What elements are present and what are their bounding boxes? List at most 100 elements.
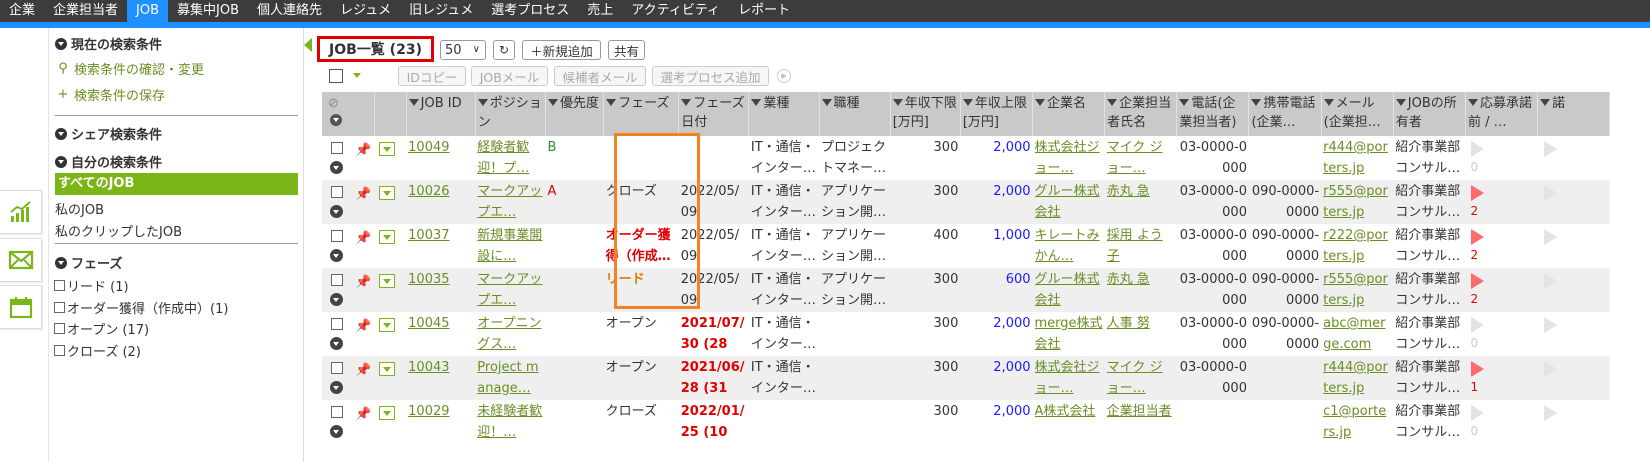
- phase-filter-order[interactable]: オーダー獲得（作成中）(1): [54, 298, 228, 317]
- position-cell[interactable]: マークアップエ…: [475, 268, 546, 312]
- job-id-link[interactable]: 10049: [408, 140, 449, 155]
- company-cell[interactable]: A株式会社: [1032, 400, 1105, 444]
- job-id-link[interactable]: 10026: [408, 184, 449, 199]
- email-link[interactable]: r222@porters.jp: [1323, 225, 1391, 267]
- company-cell[interactable]: merge株式会社: [1032, 312, 1105, 356]
- row-menu-icon[interactable]: [330, 161, 343, 174]
- position-link[interactable]: Project manage…: [477, 357, 543, 399]
- apply-cell[interactable]: 2: [1465, 224, 1538, 268]
- apply-cell[interactable]: 0: [1465, 136, 1538, 180]
- row-menu-icon[interactable]: [330, 205, 343, 218]
- column-header[interactable]: 電話(企業担当者): [1176, 92, 1250, 136]
- flag-icon[interactable]: [1471, 361, 1485, 377]
- email-cell[interactable]: abc@merge.com: [1321, 312, 1394, 356]
- email-link[interactable]: abc@merge.com: [1323, 313, 1391, 355]
- job-id-cell[interactable]: 10026: [406, 180, 476, 224]
- phase-heading[interactable]: フェーズ: [55, 253, 122, 272]
- row-menu-icon[interactable]: [330, 425, 343, 438]
- job-mail-button[interactable]: JOBメール: [471, 66, 548, 86]
- current-conditions-heading[interactable]: 現在の検索条件: [55, 34, 162, 53]
- row-dropdown-icon[interactable]: [379, 230, 395, 244]
- flag-icon[interactable]: [1471, 185, 1485, 201]
- company-cell[interactable]: 株式会社ジョー…: [1032, 356, 1105, 400]
- position-cell[interactable]: 未経験者歓迎！…: [475, 400, 546, 444]
- pin-icon[interactable]: 📌: [355, 360, 371, 381]
- refresh-button[interactable]: ↻: [493, 40, 515, 60]
- position-link[interactable]: 未経験者歓迎！…: [477, 401, 543, 443]
- phase-filter-lead[interactable]: リード (1): [54, 276, 129, 295]
- candidate-mail-button[interactable]: 候補者メール: [554, 66, 646, 86]
- job-id-cell[interactable]: 10029: [406, 400, 476, 444]
- position-cell[interactable]: マークアップエ…: [475, 180, 546, 224]
- position-cell[interactable]: Project manage…: [475, 356, 546, 400]
- job-id-link[interactable]: 10037: [408, 228, 449, 243]
- checkbox[interactable]: [54, 302, 65, 313]
- company-link[interactable]: 株式会社ジョー…: [1035, 137, 1103, 179]
- column-header[interactable]: メール (企業担…: [1321, 92, 1394, 136]
- table-row[interactable]: 📌 10037 新規事業開設に… オーダー獲得（作成… 2022/05/09 IT・通信・…: [322, 224, 1650, 268]
- row-checkbox[interactable]: [331, 406, 343, 418]
- id-copy-button[interactable]: IDコピー: [398, 66, 466, 86]
- column-header[interactable]: 応募承諾前 / …: [1465, 92, 1539, 136]
- apply-cell[interactable]: 0: [1465, 312, 1538, 356]
- row-dropdown-icon[interactable]: [379, 186, 395, 200]
- column-header[interactable]: フェーズ: [603, 92, 680, 136]
- email-link[interactable]: c1@porters.jp: [1323, 401, 1391, 443]
- company-cell[interactable]: グルー株式会社: [1032, 268, 1105, 312]
- table-row[interactable]: 📌 10035 マークアップエ… リード 2022/05/09 IT・通信・インター… アプ…: [322, 268, 1650, 312]
- column-header[interactable]: 職種: [819, 92, 891, 136]
- shared-conditions-heading[interactable]: シェア検索条件: [55, 124, 162, 143]
- my-jobs-item[interactable]: 私のJOB: [55, 199, 104, 218]
- column-header[interactable]: 業種: [748, 92, 820, 136]
- contact-link[interactable]: マイク ジョー…: [1107, 137, 1175, 179]
- email-cell[interactable]: r444@porters.jp: [1321, 136, 1394, 180]
- column-header[interactable]: 企業担当者氏名: [1104, 92, 1178, 136]
- header-filter-cell[interactable]: ⊘: [322, 92, 375, 136]
- page-size-select[interactable]: 50 ∨: [440, 40, 486, 60]
- chart-icon[interactable]: [0, 190, 42, 234]
- row-checkbox[interactable]: [331, 318, 343, 330]
- row-menu-icon[interactable]: [330, 249, 343, 262]
- contact-cell[interactable]: マイク ジョー…: [1104, 136, 1177, 180]
- email-link[interactable]: r555@porters.jp: [1323, 181, 1391, 223]
- add-process-button[interactable]: 選考プロセス追加: [652, 66, 769, 86]
- company-link[interactable]: A株式会社: [1035, 401, 1103, 422]
- position-cell[interactable]: 新規事業開設に…: [475, 224, 546, 268]
- email-cell[interactable]: r222@porters.jp: [1321, 224, 1394, 268]
- all-jobs-item[interactable]: すべてのJOB: [55, 173, 298, 195]
- job-id-cell[interactable]: 10045: [406, 312, 476, 356]
- my-conditions-heading[interactable]: 自分の検索条件: [55, 152, 162, 171]
- nav-item[interactable]: 募集中JOB: [168, 0, 248, 22]
- job-id-link[interactable]: 10045: [408, 316, 449, 331]
- apply-cell[interactable]: 1: [1465, 356, 1538, 400]
- pin-icon[interactable]: 📌: [355, 184, 371, 205]
- company-link[interactable]: キレートみかん…: [1035, 225, 1103, 267]
- email-link[interactable]: r444@porters.jp: [1323, 357, 1391, 399]
- collapse-sidebar-icon[interactable]: [304, 38, 312, 52]
- row-checkbox[interactable]: [331, 362, 343, 374]
- company-cell[interactable]: グルー株式会社: [1032, 180, 1105, 224]
- job-id-cell[interactable]: 10037: [406, 224, 476, 268]
- contact-cell[interactable]: 採用 よう子: [1104, 224, 1177, 268]
- contact-link[interactable]: 人事 努: [1107, 313, 1175, 334]
- checkbox[interactable]: [54, 345, 65, 356]
- column-header[interactable]: 優先度: [545, 92, 605, 136]
- nav-item[interactable]: レジュメ: [331, 0, 400, 22]
- add-new-button[interactable]: ＋新規追加: [522, 40, 601, 60]
- row-dropdown-icon[interactable]: [379, 142, 395, 156]
- save-conditions-link[interactable]: + 検索条件の保存: [55, 85, 165, 104]
- position-link[interactable]: オープニングス…: [477, 313, 543, 355]
- row-checkbox[interactable]: [331, 230, 343, 242]
- flag-icon[interactable]: [1471, 273, 1485, 289]
- pin-icon[interactable]: 📌: [355, 404, 371, 425]
- row-dropdown-icon[interactable]: [379, 362, 395, 376]
- company-cell[interactable]: キレートみかん…: [1032, 224, 1105, 268]
- job-id-cell[interactable]: 10043: [406, 356, 476, 400]
- flag-icon[interactable]: [1471, 229, 1485, 245]
- email-link[interactable]: r555@porters.jp: [1323, 269, 1391, 311]
- job-id-link[interactable]: 10029: [408, 404, 449, 419]
- contact-cell[interactable]: マイク ジョー…: [1104, 356, 1177, 400]
- play-icon[interactable]: ▶: [777, 69, 791, 83]
- row-checkbox[interactable]: [331, 186, 343, 198]
- pin-icon[interactable]: 📌: [355, 228, 371, 249]
